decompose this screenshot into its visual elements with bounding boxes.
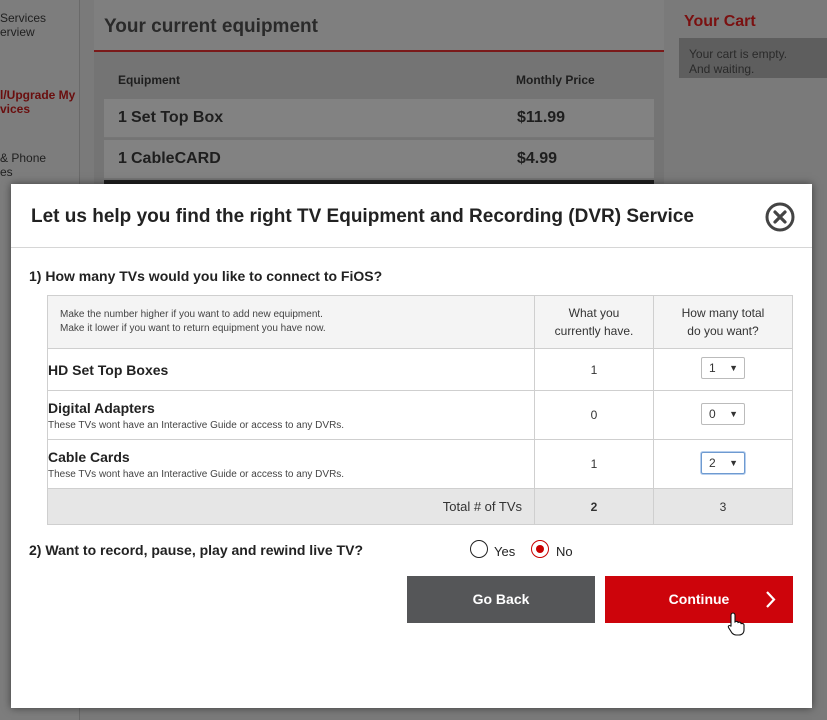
total-row: Total # of TVs 2 3: [47, 488, 793, 525]
close-icon[interactable]: [765, 202, 795, 232]
equipment-row: 1 Set Top Box $11.99: [104, 99, 654, 138]
equipment-qty: 1: [118, 109, 127, 126]
cart-empty-text: Your cart is empty.: [689, 47, 788, 61]
current-count: 1: [534, 439, 654, 489]
sidebar-link: vices: [0, 102, 31, 116]
cart-box: Your cart is empty. And waiting.: [679, 38, 827, 78]
chevron-down-icon: ▼: [729, 457, 738, 468]
row-name: Cable Cards: [48, 448, 130, 465]
sidebar-link: es: [0, 165, 13, 179]
equipment-price: $11.99: [517, 109, 566, 126]
go-back-button[interactable]: Go Back: [407, 576, 595, 623]
equipment-name: CableCARD: [131, 150, 221, 167]
table-note-line: Make the number higher if you want to ad…: [60, 309, 323, 320]
equipment-price: $4.99: [517, 150, 558, 167]
hand-cursor-icon: [727, 612, 745, 636]
question-dvr: 2) Want to record, pause, play and rewin…: [29, 542, 363, 558]
question-tv-count: 1) How many TVs would you like to connec…: [29, 268, 383, 284]
radio-no[interactable]: [531, 540, 549, 558]
column-header-equipment: Equipment: [118, 73, 180, 87]
row-description: These TVs wont have an Interactive Guide…: [48, 419, 345, 431]
row-name: HD Set Top Boxes: [48, 361, 169, 378]
chevron-down-icon: ▼: [729, 408, 738, 419]
equipment-name: Set Top Box: [131, 109, 224, 126]
cart-waiting-text: And waiting.: [689, 62, 755, 76]
table-row: HD Set Top Boxes 1 1 ▼: [47, 348, 793, 391]
chevron-right-icon: [763, 576, 777, 639]
row-description: These TVs wont have an Interactive Guide…: [48, 468, 345, 480]
total-current: 2: [534, 488, 654, 525]
radio-yes-label[interactable]: Yes: [494, 544, 515, 559]
total-desired: 3: [653, 488, 793, 525]
table-row: Digital Adapters These TVs wont have an …: [47, 390, 793, 440]
radio-yes[interactable]: [470, 540, 488, 558]
column-header-desired: How many total do you want?: [653, 295, 793, 349]
current-count: 0: [534, 390, 654, 440]
desired-count-select[interactable]: 2 ▼: [701, 451, 745, 474]
desired-count-select[interactable]: 0 ▼: [701, 402, 745, 425]
equipment-modal: Let us help you find the right TV Equipm…: [11, 184, 812, 708]
total-label: Total # of TVs: [47, 488, 535, 525]
radio-no-label[interactable]: No: [556, 544, 573, 559]
cart-title: Your Cart: [684, 13, 756, 30]
continue-button[interactable]: Continue: [605, 576, 793, 623]
modal-title: Let us help you find the right TV Equipm…: [31, 206, 694, 227]
table-row: Cable Cards These TVs wont have an Inter…: [47, 439, 793, 489]
continue-label: Continue: [668, 591, 730, 607]
current-count: 1: [534, 348, 654, 391]
sidebar-link: Services: [0, 11, 47, 25]
table-note-line: Make it lower if you want to return equi…: [60, 323, 326, 334]
equipment-section-title: Your current equipment: [104, 16, 318, 37]
table-note: Make the number higher if you want to ad…: [48, 308, 534, 336]
sidebar-link: l/Upgrade My: [0, 88, 76, 102]
column-header-price: Monthly Price: [516, 73, 595, 87]
column-header-current: What you currently have.: [534, 295, 654, 349]
sidebar-link: & Phone: [0, 151, 47, 165]
equipment-row: 1 CableCARD $4.99: [104, 140, 654, 179]
chevron-down-icon: ▼: [729, 363, 738, 373]
tv-equipment-table: Make the number higher if you want to ad…: [47, 295, 793, 525]
modal-divider: [11, 247, 812, 248]
desired-count-select[interactable]: 1 ▼: [701, 357, 745, 379]
row-name: Digital Adapters: [48, 399, 155, 416]
table-header-row: Make the number higher if you want to ad…: [47, 295, 793, 349]
equipment-qty: 1: [118, 150, 127, 167]
sidebar-link: erview: [0, 25, 35, 39]
